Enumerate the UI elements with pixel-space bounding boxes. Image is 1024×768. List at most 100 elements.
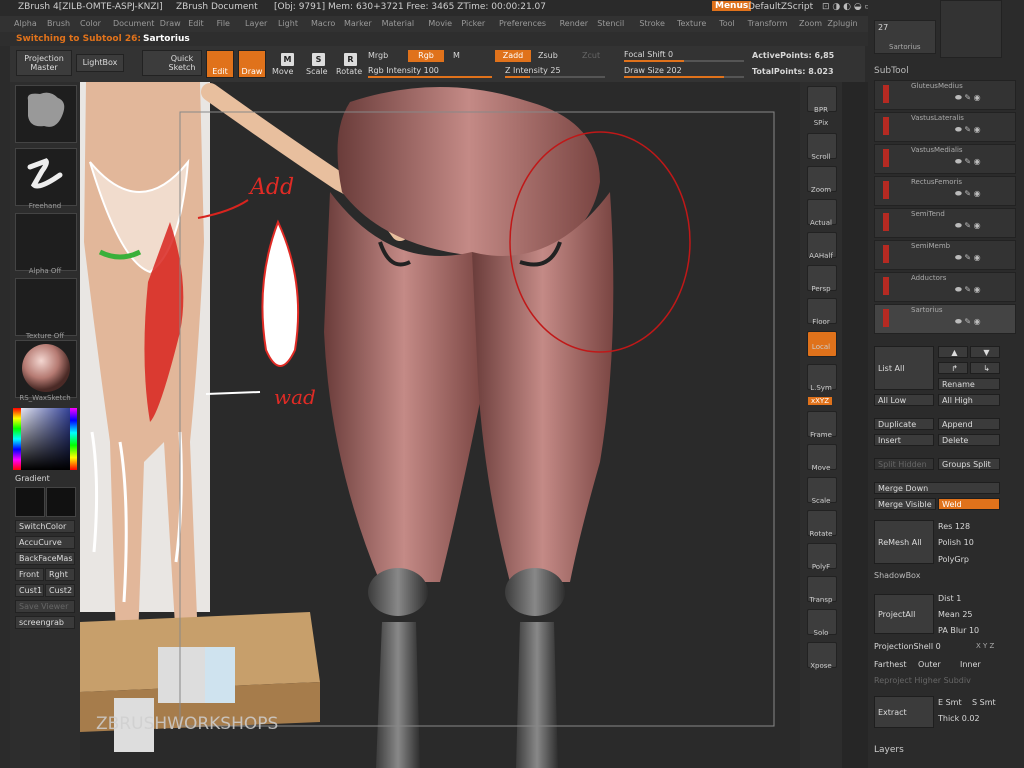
menu-render[interactable]: Render — [560, 19, 588, 28]
e-smt-slider[interactable]: E Smt — [938, 698, 962, 707]
switch-color-button[interactable]: SwitchColor — [15, 520, 75, 533]
z-intensity-slider[interactable]: Z Intensity 25 — [505, 66, 561, 75]
zadd-toggle[interactable]: Zadd — [495, 50, 531, 62]
focal-shift-slider[interactable]: Focal Shift 0 — [624, 50, 673, 59]
color-picker[interactable] — [13, 408, 77, 470]
subtool-item[interactable]: GluteusMedius ⬬ ✎ ◉ — [874, 80, 1016, 110]
hue-strip-right[interactable] — [70, 408, 77, 470]
menu-zoom[interactable]: Zoom — [799, 19, 822, 28]
brush-tile[interactable] — [15, 85, 77, 143]
rgb-toggle[interactable]: Rgb — [408, 50, 444, 62]
move-down-button[interactable]: ▼ — [970, 346, 1000, 358]
main-color-swatch[interactable] — [15, 487, 45, 517]
duplicate-button[interactable]: Duplicate — [874, 418, 934, 430]
menus-button[interactable]: Menus — [712, 1, 752, 11]
alpha-tile[interactable] — [15, 213, 77, 271]
subtool-item[interactable]: SemiTend ⬬ ✎ ◉ — [874, 208, 1016, 238]
remesh-all-button[interactable]: ReMesh All — [874, 520, 934, 564]
screengrab-button[interactable]: screengrab — [15, 616, 75, 629]
subtool-item[interactable]: VastusLateralis ⬬ ✎ ◉ — [874, 112, 1016, 142]
rotate-up-button[interactable]: ↱ — [938, 362, 968, 374]
inner-toggle[interactable]: Inner — [960, 660, 981, 669]
subtool-visibility-icon[interactable]: ⬬ ✎ ◉ — [955, 189, 981, 199]
mean-slider[interactable]: Mean 25 — [938, 610, 973, 619]
subtool-visibility-icon[interactable]: ⬬ ✎ ◉ — [955, 157, 981, 167]
split-hidden-button[interactable]: Split Hidden — [874, 458, 934, 470]
rotate-icon[interactable]: R — [344, 53, 357, 66]
s-smt-slider[interactable]: S Smt — [972, 698, 996, 707]
rename-button[interactable]: Rename — [938, 378, 1000, 390]
move-icon[interactable]: M — [281, 53, 294, 66]
mrgb-toggle[interactable]: Mrgb — [368, 51, 388, 60]
subtool-visibility-icon[interactable]: ⬬ ✎ ◉ — [955, 221, 981, 231]
subtool-visibility-icon[interactable]: ⬬ ✎ ◉ — [955, 93, 981, 103]
dist-slider[interactable]: Dist 1 — [938, 594, 961, 603]
rotate-down-button[interactable]: ↳ — [970, 362, 1000, 374]
extract-button[interactable]: Extract — [874, 696, 934, 728]
edit-button[interactable]: Edit — [206, 50, 234, 78]
menu-layer[interactable]: Layer — [245, 19, 267, 28]
shadowbox-button[interactable]: ShadowBox — [874, 571, 920, 580]
move-up-button[interactable]: ▲ — [938, 346, 968, 358]
append-button[interactable]: Append — [938, 418, 1000, 430]
default-zscript[interactable]: DefaultZScript — [748, 2, 813, 12]
menu-zplugin[interactable]: Zplugin — [827, 19, 857, 28]
z-intensity-track[interactable] — [505, 76, 605, 78]
document-canvas[interactable]: Add wad ZBRUSHWORKSHOPS — [80, 82, 800, 768]
menu-tool[interactable]: Tool — [719, 19, 735, 28]
zsub-toggle[interactable]: Zsub — [538, 51, 558, 60]
quick-sketch-button[interactable]: Quick Sketch — [142, 50, 202, 76]
accucurve-button[interactable]: AccuCurve — [15, 536, 75, 549]
shelf-xxyz-toggle[interactable]: xXYZ — [808, 397, 832, 405]
list-all-button[interactable]: List All — [874, 346, 934, 390]
rgb-intensity-track[interactable] — [368, 76, 492, 78]
menu-color[interactable]: Color — [80, 19, 101, 28]
subtool-visibility-icon[interactable]: ⬬ ✎ ◉ — [955, 253, 981, 263]
right-button[interactable]: Rght — [45, 568, 75, 581]
scale-icon[interactable]: S — [312, 53, 325, 66]
menu-preferences[interactable]: Preferences — [499, 19, 546, 28]
menu-picker[interactable]: Picker — [461, 19, 485, 28]
menu-material[interactable]: Material — [382, 19, 415, 28]
backface-mask-button[interactable]: BackFaceMas — [15, 552, 75, 565]
focal-shift-track[interactable] — [624, 60, 744, 62]
pa-blur-slider[interactable]: PA Blur 10 — [938, 626, 979, 635]
menu-light[interactable]: Light — [278, 19, 298, 28]
polish-slider[interactable]: Polish 10 — [938, 538, 974, 547]
lightbox-button[interactable]: LightBox — [76, 54, 124, 72]
zcut-toggle[interactable]: Zcut — [582, 51, 600, 60]
menu-movie[interactable]: Movie — [428, 19, 452, 28]
secondary-color-swatch[interactable] — [46, 487, 76, 517]
menu-macro[interactable]: Macro — [311, 19, 335, 28]
rgb-intensity-slider[interactable]: Rgb Intensity 100 — [368, 66, 439, 75]
stroke-tile[interactable] — [15, 148, 77, 206]
projection-shell-slider[interactable]: ProjectionShell 0 — [874, 642, 941, 651]
subtool-visibility-icon[interactable]: ⬬ ✎ ◉ — [955, 125, 981, 135]
draw-size-slider[interactable]: Draw Size 202 — [624, 66, 682, 75]
menu-texture[interactable]: Texture — [677, 19, 706, 28]
tray-divider[interactable] — [842, 82, 868, 768]
subtool-item[interactable]: Adductors ⬬ ✎ ◉ — [874, 272, 1016, 302]
menu-stencil[interactable]: Stencil — [597, 19, 624, 28]
merge-visible-button[interactable]: Merge Visible — [874, 498, 936, 510]
all-high-button[interactable]: All High — [938, 394, 1000, 406]
menu-transform[interactable]: Transform — [748, 19, 788, 28]
insert-button[interactable]: Insert — [874, 434, 934, 446]
menu-alpha[interactable]: Alpha — [14, 19, 37, 28]
subtool-title[interactable]: SubTool — [874, 66, 909, 76]
projection-master-button[interactable]: Projection Master — [16, 50, 72, 76]
subtool-item[interactable]: VastusMedialis ⬬ ✎ ◉ — [874, 144, 1016, 174]
material-tile[interactable] — [15, 340, 77, 398]
layers-panel-title[interactable]: Layers — [874, 745, 904, 755]
subtool-item[interactable]: SemiMemb ⬬ ✎ ◉ — [874, 240, 1016, 270]
outer-toggle[interactable]: Outer — [918, 660, 941, 669]
menu-stroke[interactable]: Stroke — [639, 19, 665, 28]
groups-split-button[interactable]: Groups Split — [938, 458, 1000, 470]
subtool-item[interactable]: Sartorius ⬬ ✎ ◉ — [874, 304, 1016, 334]
reproject-higher-subdiv[interactable]: Reproject Higher Subdiv — [874, 676, 971, 685]
m-toggle[interactable]: M — [453, 51, 460, 60]
subtool-item[interactable]: RectusFemoris ⬬ ✎ ◉ — [874, 176, 1016, 206]
tool-thumb[interactable] — [940, 0, 1002, 58]
save-viewer-button[interactable]: Save Viewer — [15, 600, 75, 613]
menu-marker[interactable]: Marker — [344, 19, 372, 28]
